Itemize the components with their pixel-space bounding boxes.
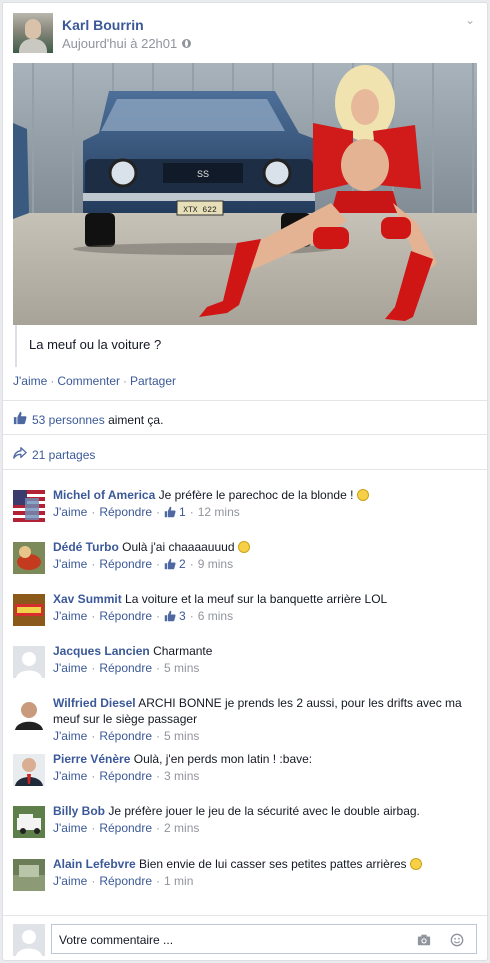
caption-text: La meuf ou la voiture ? xyxy=(29,337,162,352)
commenter-avatar[interactable] xyxy=(13,859,45,891)
comment-text: Je préfère jouer le jeu de la sécurité a… xyxy=(108,804,420,818)
comment-reply-link[interactable]: Répondre xyxy=(99,608,152,624)
post-header: Karl Bourrin Aujourd'hui à 22h01 ⌄ xyxy=(13,13,479,57)
divider xyxy=(3,400,487,401)
commenter-name[interactable]: Alain Lefebvre xyxy=(53,857,136,871)
commenter-name[interactable]: Jacques Lancien xyxy=(53,644,150,658)
comment-reply-link[interactable]: Répondre xyxy=(99,728,152,744)
comment-time[interactable]: 9 mins xyxy=(198,556,233,572)
comment-text: Je préfère le parechoc de la blonde ! xyxy=(158,488,354,502)
comment-like-link[interactable]: J'aime xyxy=(53,768,87,784)
smiley-icon xyxy=(237,541,250,553)
comment-input[interactable]: Votre commentaire ... xyxy=(51,924,477,954)
likes-summary: 53 personnes aiment ça. xyxy=(13,411,163,428)
current-user-avatar xyxy=(13,924,45,956)
comment-like-link[interactable]: J'aime xyxy=(53,820,87,836)
share-arrow-icon xyxy=(13,446,27,463)
comment-time[interactable]: 5 mins xyxy=(164,728,199,744)
commenter-name[interactable]: Wilfried Diesel xyxy=(53,696,136,710)
commenter-avatar[interactable] xyxy=(13,754,45,786)
post-caption: La meuf ou la voiture ? xyxy=(15,325,479,367)
comment-like-link[interactable]: J'aime xyxy=(53,660,87,676)
comment-reply-link[interactable]: Répondre xyxy=(99,873,152,889)
comment-reply-link[interactable]: Répondre xyxy=(99,556,152,572)
comment-time[interactable]: 3 mins xyxy=(164,768,199,784)
shares-count[interactable]: 21 partages xyxy=(32,448,95,462)
divider xyxy=(3,434,487,435)
comment-text: La voiture et la meuf sur la banquette a… xyxy=(125,592,388,606)
globe-icon xyxy=(182,39,192,48)
comment-text: Oulà, j'en perds mon latin ! :bave: xyxy=(133,752,313,766)
divider xyxy=(3,469,487,470)
commenter-name[interactable]: Billy Bob xyxy=(53,804,105,818)
commenter-avatar[interactable] xyxy=(13,698,45,730)
thumbs-up-icon xyxy=(13,411,27,428)
comment-like-link[interactable]: J'aime xyxy=(53,728,87,744)
camera-icon[interactable] xyxy=(417,933,431,950)
comment-time[interactable]: 12 mins xyxy=(198,504,240,520)
post-meta: Aujourd'hui à 22h01 xyxy=(62,36,192,51)
comment-link[interactable]: Commenter xyxy=(57,374,120,388)
car-badge: SS xyxy=(197,169,209,179)
post-card: Karl Bourrin Aujourd'hui à 22h01 ⌄ SS XT… xyxy=(2,2,488,961)
post-photo[interactable]: SS XTX 622 xyxy=(13,63,477,325)
comment-text: Charmante xyxy=(153,644,213,658)
post-author[interactable]: Karl Bourrin xyxy=(62,17,144,33)
chevron-down-icon[interactable]: ⌄ xyxy=(465,13,475,27)
comment-text: Bien envie de lui casser ses petites pat… xyxy=(139,857,407,871)
share-link[interactable]: Partager xyxy=(130,374,176,388)
commenter-name[interactable]: Dédé Turbo xyxy=(53,540,119,554)
commenter-avatar[interactable] xyxy=(13,594,45,626)
comment-reply-link[interactable]: Répondre xyxy=(99,820,152,836)
comment-like-count[interactable]: 3 xyxy=(179,608,186,624)
comment-reply-link[interactable]: Répondre xyxy=(99,504,152,520)
comment-time[interactable]: 6 mins xyxy=(198,608,233,624)
comment-reply-link[interactable]: Répondre xyxy=(99,660,152,676)
likes-count[interactable]: 53 personnes xyxy=(32,413,105,427)
comment-like-count[interactable]: 2 xyxy=(179,556,186,572)
emoji-icon[interactable] xyxy=(450,933,464,950)
comment-placeholder: Votre commentaire ... xyxy=(59,933,174,947)
commenter-avatar[interactable] xyxy=(13,490,45,522)
author-avatar[interactable] xyxy=(13,13,53,53)
comment-like-link[interactable]: J'aime xyxy=(53,556,87,572)
commenter-name[interactable]: Pierre Vénère xyxy=(53,752,130,766)
commenter-avatar[interactable] xyxy=(13,542,45,574)
comment-like-link[interactable]: J'aime xyxy=(53,608,87,624)
likes-suffix: aiment ça. xyxy=(104,412,164,427)
commenter-name[interactable]: Michel of America xyxy=(53,488,155,502)
comment-reply-link[interactable]: Répondre xyxy=(99,768,152,784)
comment-like-count[interactable]: 1 xyxy=(179,504,186,520)
thumbs-up-icon xyxy=(164,558,176,570)
comment-like-link[interactable]: J'aime xyxy=(53,873,87,889)
post-time[interactable]: Aujourd'hui à 22h01 xyxy=(62,36,177,51)
post-actions: J'aime · Commenter · Partager xyxy=(13,374,177,388)
commenter-name[interactable]: Xav Summit xyxy=(53,592,122,606)
shares-summary[interactable]: 21 partages xyxy=(13,446,95,463)
like-link[interactable]: J'aime xyxy=(13,374,47,388)
comment-text: Oulà j'ai chaaaauuud xyxy=(122,540,235,554)
comment-time[interactable]: 5 mins xyxy=(164,660,199,676)
thumbs-up-icon xyxy=(164,610,176,622)
commenter-avatar[interactable] xyxy=(13,646,45,678)
commenter-avatar[interactable] xyxy=(13,806,45,838)
comment-time[interactable]: 1 min xyxy=(164,873,193,889)
license-plate: XTX 622 xyxy=(183,206,217,215)
comment-time[interactable]: 2 mins xyxy=(164,820,199,836)
thumbs-up-icon xyxy=(164,506,176,518)
comment-like-link[interactable]: J'aime xyxy=(53,504,87,520)
comment-composer: Votre commentaire ... xyxy=(3,915,487,961)
smiley-icon xyxy=(409,858,422,870)
smiley-icon xyxy=(356,489,369,501)
